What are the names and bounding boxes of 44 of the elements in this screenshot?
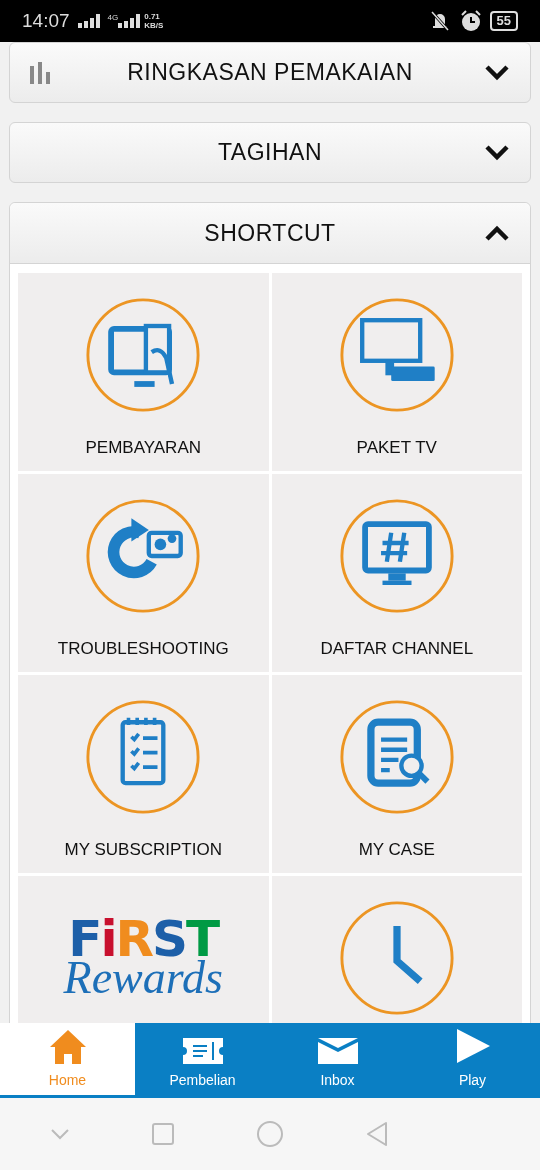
shortcut-label: PAKET TV	[356, 437, 437, 459]
shortcut-tile[interactable]: PAKET TV	[271, 273, 522, 471]
accordion-header[interactable]: SHORTCUT	[10, 203, 530, 264]
tv-set-top-box-icon	[338, 297, 455, 413]
accordion-header[interactable]: TAGIHAN	[9, 122, 531, 183]
shortcut-label: MY CASE	[358, 839, 435, 861]
bar-chart-icon	[30, 61, 50, 84]
chevron-up-icon	[484, 224, 510, 242]
clock-text: 14:07	[22, 8, 70, 33]
chevron-down-icon[interactable]	[50, 1128, 71, 1140]
signal-icon	[77, 14, 100, 28]
chevron-down-icon	[484, 63, 510, 82]
shortcut-label: PEMBAYARAN	[85, 437, 202, 459]
shortcut-tile[interactable]: MY CASE	[271, 675, 522, 873]
shortcut-tile[interactable]: MY SUBSCRIPTION	[18, 675, 269, 873]
hashtag-monitor-icon	[338, 498, 455, 614]
battery-indicator: 55	[489, 11, 518, 31]
bottom-nav-tab[interactable]: Inbox	[270, 1023, 405, 1095]
shortcut-tile[interactable]: DAFTAR CHANNEL	[271, 474, 522, 672]
home-circle-icon[interactable]	[256, 1120, 284, 1148]
ticket-icon	[180, 1036, 225, 1066]
first-rewards-logo: FiRST Rewards	[63, 914, 223, 1000]
bottom-nav-tab[interactable]: Play	[405, 1023, 540, 1095]
clock-icon	[338, 900, 455, 1016]
shortcut-label: DAFTAR CHANNEL	[320, 638, 474, 660]
data-speed: 0.71	[144, 12, 161, 21]
shortcut-tile[interactable]: PEMBAYARAN	[18, 273, 269, 471]
accordion-header[interactable]: RINGKASAN PEMAKAIAN	[9, 42, 531, 103]
document-search-icon	[338, 699, 455, 815]
shortcut-tile[interactable]	[271, 876, 522, 1023]
chevron-down-icon	[484, 143, 510, 162]
back-icon[interactable]	[364, 1121, 389, 1147]
bottom-nav-tab[interactable]: Pembelian	[135, 1023, 270, 1095]
alarm-icon	[459, 10, 482, 32]
shortcut-label: TROUBLESHOOTING	[57, 638, 229, 660]
shortcut-tile[interactable]: FiRST Rewards	[18, 876, 269, 1023]
recents-icon[interactable]	[151, 1122, 176, 1146]
checklist-icon	[85, 699, 202, 815]
envelope-icon	[315, 1036, 360, 1066]
network-type: 4G	[107, 12, 119, 24]
shortcut-tile[interactable]: TROUBLESHOOTING	[18, 474, 269, 672]
data-speed-unit: KB/S	[144, 21, 164, 30]
signal-icon	[118, 14, 141, 28]
shortcut-label: MY SUBSCRIPTION	[64, 839, 222, 861]
